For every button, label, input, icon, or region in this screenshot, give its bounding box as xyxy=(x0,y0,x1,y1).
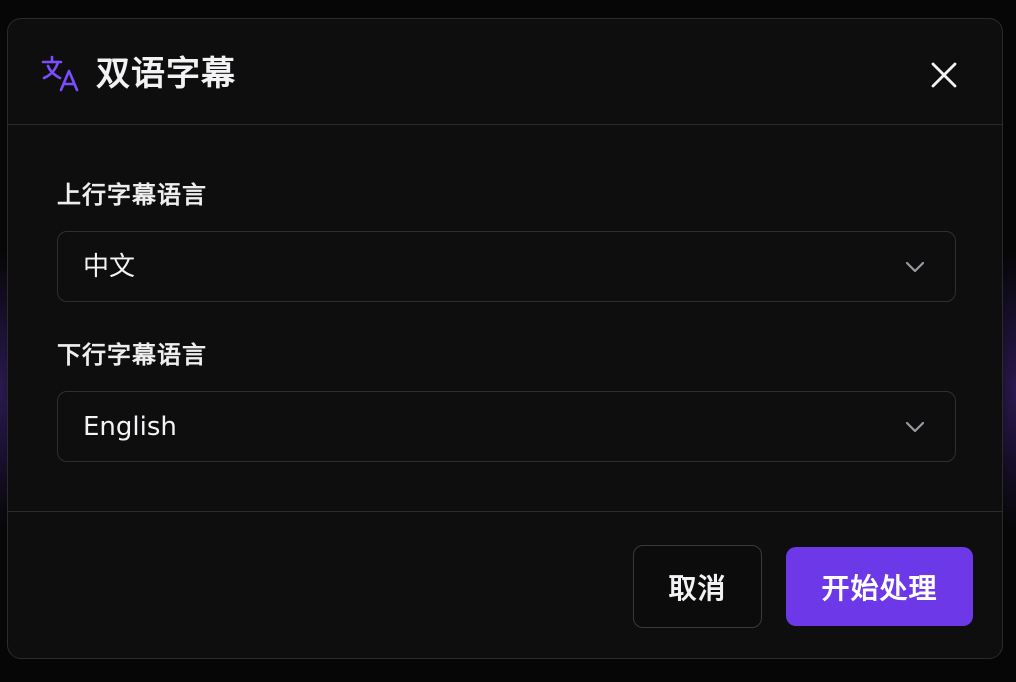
chevron-down-icon xyxy=(905,417,925,437)
footer-divider xyxy=(8,511,1002,512)
translate-icon xyxy=(41,54,81,94)
close-button[interactable] xyxy=(926,59,962,95)
top-subtitle-language-value: 中文 xyxy=(83,252,136,282)
chevron-down-icon xyxy=(905,257,925,277)
dialog-header: 双语字幕 xyxy=(8,19,1002,125)
start-processing-button[interactable]: 开始处理 xyxy=(786,547,973,626)
close-icon[interactable] xyxy=(930,61,958,93)
cancel-button[interactable]: 取消 xyxy=(633,545,762,628)
bilingual-subtitle-dialog: 双语字幕 上行字幕语言 中文 下行字幕语言 English 取消 开始处理 xyxy=(7,18,1003,659)
bottom-subtitle-language-label: 下行字幕语言 xyxy=(57,341,207,369)
bottom-subtitle-language-select[interactable]: English xyxy=(57,391,956,462)
top-subtitle-language-select[interactable]: 中文 xyxy=(57,231,956,302)
dialog-title: 双语字幕 xyxy=(96,54,236,94)
top-subtitle-language-label: 上行字幕语言 xyxy=(57,181,207,209)
bottom-subtitle-language-value: English xyxy=(83,412,177,442)
